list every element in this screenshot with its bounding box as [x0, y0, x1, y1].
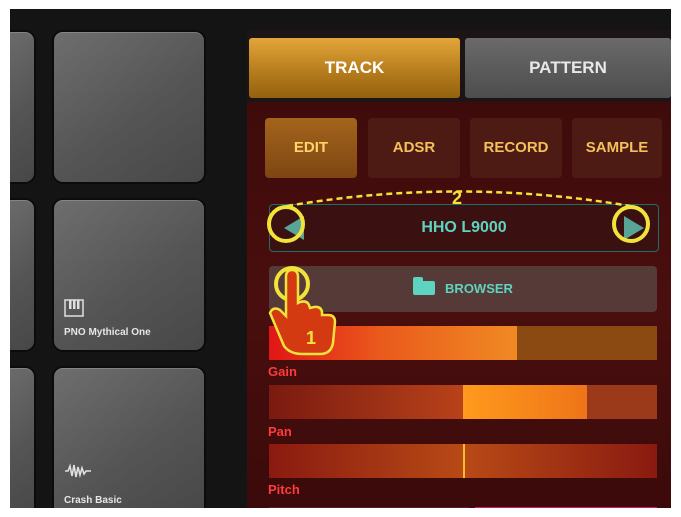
record-button[interactable]: RECORD	[470, 118, 562, 178]
gain-track	[517, 326, 657, 360]
next-control-strip-accent	[475, 507, 657, 508]
pad-3[interactable]: Crash Basic	[54, 368, 204, 508]
sample-name: HHO L9000	[421, 219, 507, 236]
pad-left-3[interactable]	[10, 368, 34, 508]
pitch-marker	[463, 444, 465, 478]
pitch-label: Pitch	[268, 482, 300, 497]
step-2-number: 2	[452, 188, 463, 208]
pan-track-left	[269, 385, 463, 419]
tab-track[interactable]: TRACK	[249, 38, 460, 98]
pad-1[interactable]	[54, 32, 204, 182]
right-arrow-icon[interactable]	[624, 216, 644, 240]
track-edit-content: EDIT ADSR RECORD SAMPLE HHO L9000 BROWSE…	[247, 102, 671, 508]
pad-left-2[interactable]	[10, 200, 34, 350]
piano-icon	[64, 299, 84, 322]
browser-label: BROWSER	[445, 281, 513, 296]
folder-icon	[413, 277, 436, 295]
pitch-slider[interactable]	[269, 444, 657, 478]
step-1-number: 1	[306, 328, 317, 348]
pad-3-label: Crash Basic	[64, 495, 122, 506]
gain-slider[interactable]	[269, 326, 657, 360]
pan-slider[interactable]	[269, 385, 657, 419]
adsr-button[interactable]: ADSR	[368, 118, 460, 178]
pad-left-1[interactable]	[10, 32, 34, 182]
pad-2[interactable]: PNO Mythical One	[54, 200, 204, 350]
track-panel: TRACK PATTERN EDIT ADSR RECORD SAMPLE HH…	[247, 30, 671, 508]
next-control-strip	[269, 507, 469, 508]
tab-pattern[interactable]: PATTERN	[465, 38, 671, 98]
browser-button[interactable]: BROWSER	[269, 266, 657, 312]
pan-track-right	[587, 385, 657, 419]
edit-button[interactable]: EDIT	[265, 118, 357, 178]
pan-fill	[463, 385, 588, 419]
sample-selector: HHO L9000	[269, 204, 659, 252]
sample-button[interactable]: SAMPLE	[572, 118, 662, 178]
pad-2-label: PNO Mythical One	[64, 327, 151, 338]
app-screen: PNO Mythical One Crash Basic TRACK PATTE…	[10, 9, 671, 508]
gain-label: Gain	[268, 364, 297, 379]
pan-label: Pan	[268, 424, 292, 439]
waveform-icon	[64, 463, 92, 484]
